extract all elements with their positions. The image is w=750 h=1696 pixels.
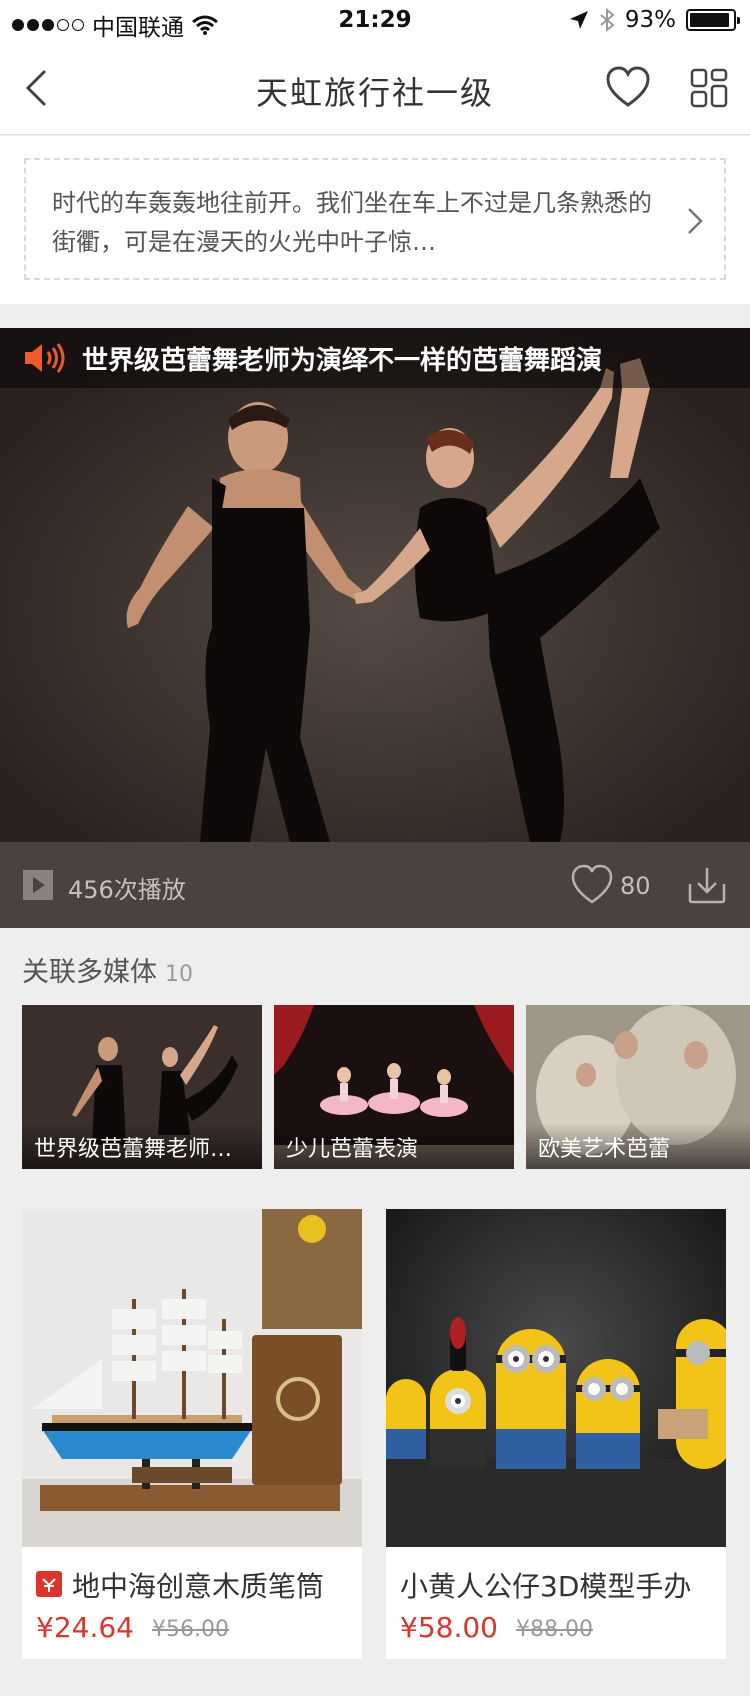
chevron-right-icon: [688, 208, 703, 234]
related-media-item[interactable]: 欧美艺术芭蕾: [526, 1005, 750, 1169]
related-media-list: 世界级芭蕾舞老师为演绎不一样的芭蕾舞蹈演 少儿芭蕾表演: [22, 1005, 750, 1169]
favorite-heart-icon[interactable]: [605, 65, 651, 111]
product-title: 小黄人公仔3D模型手办: [400, 1570, 692, 1603]
thumbnail-label: 少儿芭蕾表演: [274, 1123, 514, 1169]
status-right: 93%: [569, 7, 740, 33]
product-original-price: ¥56.00: [152, 1617, 229, 1642]
media-caption: 世界级芭蕾舞老师为演绎不一样的芭蕾舞蹈演: [82, 346, 603, 376]
product-price: ¥58.00: [400, 1611, 498, 1644]
minion-figures-image: [386, 1209, 726, 1547]
related-media-item[interactable]: 世界级芭蕾舞老师为演绎不一样的芭蕾舞蹈演: [22, 1005, 262, 1169]
product-original-price: ¥88.00: [516, 1617, 593, 1642]
download-icon[interactable]: [686, 864, 728, 906]
bluetooth-icon: [600, 8, 615, 32]
like-count: 80: [620, 872, 651, 900]
product-card[interactable]: 地中海创意木质笔筒 ¥24.64 ¥56.00: [22, 1209, 362, 1659]
product-image: [386, 1209, 726, 1547]
nav-bar: 天虹旅行社一级: [0, 42, 750, 135]
media-player[interactable]: 世界级芭蕾舞老师为演绎不一样的芭蕾舞蹈演 456次播放 80: [0, 328, 750, 928]
play-count: 456次播放: [68, 876, 186, 904]
related-media-title: 关联多媒体: [22, 957, 157, 988]
related-media-count: 10: [165, 962, 193, 987]
gift-badge-icon: [36, 1571, 62, 1597]
battery-percent: 93%: [624, 7, 676, 33]
battery-level: [690, 13, 730, 27]
intro-card[interactable]: 时代的车轰轰地往前开。我们坐在车上不过是几条熟悉的街衢，可是在漫天的火光中叶子惊…: [24, 158, 726, 280]
ship-model-image: [22, 1209, 362, 1547]
media-caption-bar: 世界级芭蕾舞老师为演绎不一样的芭蕾舞蹈演: [0, 328, 750, 388]
battery-icon: [686, 9, 740, 31]
product-price: ¥24.64: [36, 1611, 134, 1644]
speaker-icon[interactable]: [22, 340, 66, 376]
thumbnail-label: 欧美艺术芭蕾: [526, 1123, 750, 1169]
media-photo[interactable]: 世界级芭蕾舞老师为演绎不一样的芭蕾舞蹈演: [0, 328, 750, 842]
like-heart-icon[interactable]: [570, 864, 614, 906]
ballet-photo: [0, 328, 750, 842]
product-card[interactable]: 小黄人公仔3D模型手办 ¥58.00 ¥88.00: [386, 1209, 726, 1659]
product-title: 地中海创意木质笔筒: [72, 1570, 325, 1603]
intro-text: 时代的车轰轰地往前开。我们坐在车上不过是几条熟悉的街衢，可是在漫天的火光中叶子惊…: [52, 189, 652, 256]
thumbnail-label: 世界级芭蕾舞老师为演绎不一样的芭蕾舞蹈演: [22, 1123, 262, 1169]
related-media-item[interactable]: 少儿芭蕾表演: [274, 1005, 514, 1169]
product-image: [22, 1209, 362, 1547]
intro-section: 时代的车轰轰地往前开。我们坐在车上不过是几条熟悉的街衢，可是在漫天的火光中叶子惊…: [0, 136, 750, 304]
product-grid: 地中海创意木质笔筒 ¥24.64 ¥56.00 小黄人公仔3D模型手办 ¥58.…: [22, 1209, 728, 1659]
related-media-header: 关联多媒体 10: [22, 950, 193, 989]
play-icon[interactable]: [22, 869, 54, 901]
media-info-bar: 456次播放 80: [0, 842, 750, 928]
grid-menu-icon[interactable]: [690, 68, 730, 108]
location-arrow-icon: [569, 11, 588, 29]
status-bar: 中国联通 21:29 93%: [0, 0, 750, 42]
